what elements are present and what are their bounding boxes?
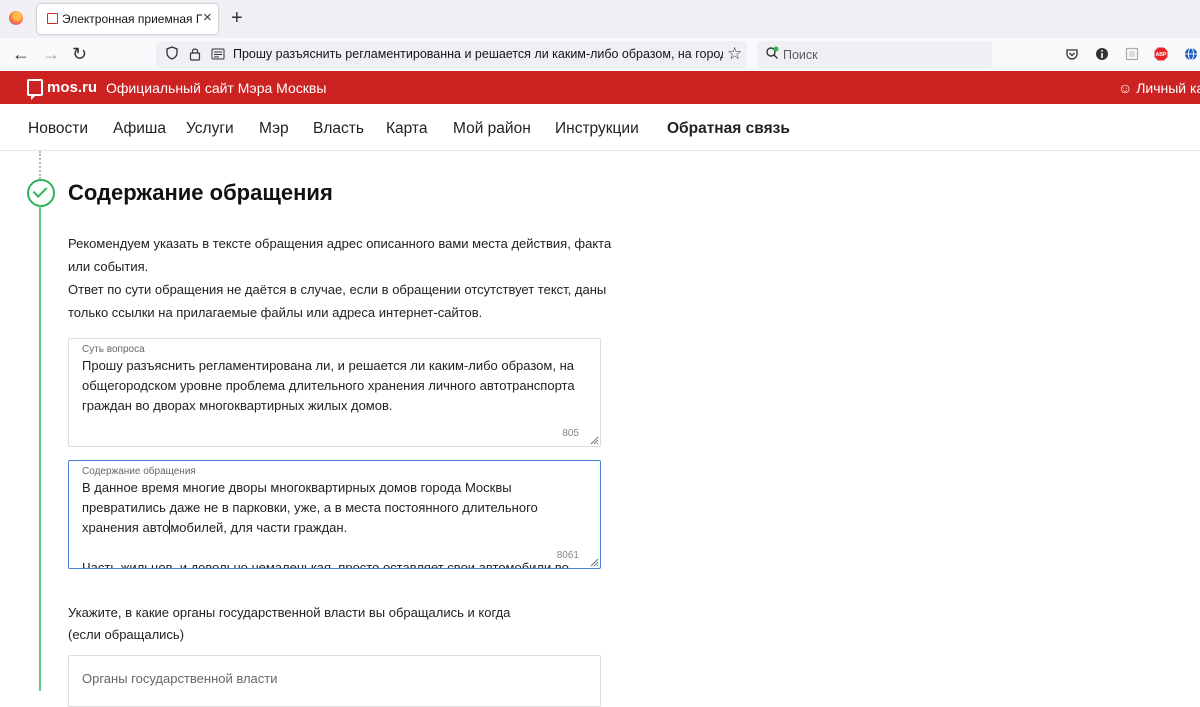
help-line: или события. [68, 259, 149, 274]
browser-toolbar: ← → ↻ Прошу разъяснить регламентированна… [0, 38, 1200, 72]
subject-char-counter: 805 [562, 428, 579, 439]
step-check-icon [27, 179, 55, 207]
tab-title: Электронная приемная Правительства Москв… [62, 12, 202, 26]
nav-item-my-district[interactable]: Мой район [453, 120, 531, 138]
mos-favicon-icon [47, 13, 58, 24]
bookmark-star-icon[interactable]: ☆ [727, 44, 742, 64]
forward-icon[interactable]: → [42, 44, 60, 64]
nav-item-afisha[interactable]: Афиша [113, 120, 166, 138]
new-tab-icon[interactable]: + [231, 7, 243, 29]
svg-text:ABP: ABP [1156, 52, 1167, 58]
globe-extension-icon[interactable] [1184, 47, 1198, 61]
authorities-input[interactable]: Органы государственной власти [68, 655, 601, 707]
resize-handle-icon[interactable] [589, 435, 599, 445]
account-label: Личный кабинет [1136, 80, 1200, 96]
back-icon[interactable]: ← [12, 44, 30, 64]
subject-label: Суть вопроса [82, 344, 145, 355]
nav-item-mayor[interactable]: Мэр [259, 120, 289, 138]
subject-textarea[interactable]: Суть вопроса Прошу разъяснить регламенти… [68, 338, 601, 447]
info-extension-icon[interactable] [1095, 47, 1109, 61]
site-logo-text[interactable]: mos.ru [47, 79, 97, 96]
content-value: В данное время многие дворы многоквартир… [82, 480, 569, 569]
site-tagline[interactable]: Официальный сайт Мэра Москвы [106, 80, 326, 96]
nav-item-services[interactable]: Услуги [186, 120, 234, 138]
account-link[interactable]: ☺ Личный кабинет [1118, 80, 1200, 96]
browser-tab-strip: Электронная приемная Правительства Москв… [0, 0, 1200, 38]
authorities-question: Укажите, в какие органы государственной … [68, 605, 511, 642]
user-icon: ☺ [1118, 80, 1133, 96]
permissions-icon[interactable] [211, 48, 225, 60]
main-nav: Новости Афиша Услуги Мэр Власть Карта Мо… [0, 104, 1200, 151]
search-input[interactable]: Поиск [783, 48, 818, 62]
help-line: только ссылки на прилагаемые файлы или а… [68, 305, 483, 320]
nav-item-map[interactable]: Карта [386, 120, 427, 138]
reload-icon[interactable]: ↻ [72, 44, 87, 64]
url-text: Прошу разъяснить регламентированна и реш… [233, 47, 723, 61]
help-text: Рекомендуем указать в тексте обращения а… [68, 232, 628, 324]
close-tab-icon[interactable]: × [203, 10, 212, 26]
step-rail-line [39, 206, 41, 691]
adblock-plus-icon[interactable]: ABP [1154, 47, 1168, 61]
content-char-counter: 8061 [556, 550, 579, 561]
section-title: Содержание обращения [68, 180, 333, 205]
authorities-placeholder: Органы государственной власти [82, 671, 278, 686]
shield-icon[interactable] [166, 46, 178, 60]
content-label: Содержание обращения [82, 466, 196, 477]
nav-item-news[interactable]: Новости [28, 120, 88, 138]
lock-icon[interactable] [189, 47, 201, 61]
mos-logo-icon[interactable] [27, 79, 43, 100]
address-bar[interactable]: Прошу разъяснить регламентированна и реш… [156, 41, 747, 68]
reader-extension-icon[interactable] [1125, 47, 1139, 61]
browser-tab[interactable]: Электронная приемная Правительства Москв… [37, 4, 218, 34]
site-header: mos.ru Официальный сайт Мэра Москвы ☺ Ли… [0, 71, 1200, 104]
step-rail-dotted [39, 151, 41, 179]
nav-item-instructions[interactable]: Инструкции [555, 120, 639, 138]
help-line: Ответ по сути обращения не даётся в случ… [68, 282, 607, 297]
firefox-icon[interactable] [9, 11, 23, 25]
search-engine-icon [766, 46, 779, 59]
content-textarea[interactable]: Содержание обращения В данное время мног… [68, 460, 601, 569]
nav-item-feedback[interactable]: Обратная связь [667, 120, 790, 138]
pocket-icon[interactable] [1065, 47, 1079, 61]
nav-item-government[interactable]: Власть [313, 120, 364, 138]
search-bar[interactable]: Поиск [757, 41, 992, 68]
resize-handle-icon[interactable] [589, 557, 599, 567]
help-line: Рекомендуем указать в тексте обращения а… [68, 236, 612, 251]
subject-value: Прошу разъяснить регламентирована ли, и … [82, 358, 575, 413]
